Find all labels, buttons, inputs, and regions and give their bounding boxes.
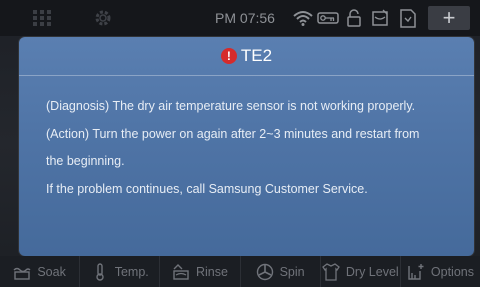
tab-temp-label: Temp. — [114, 264, 149, 279]
error-dialog[interactable]: ! TE2 (Diagnosis) The dry air temperatur… — [19, 37, 474, 256]
tab-options[interactable]: Options — [399, 256, 480, 287]
key-icon — [316, 6, 340, 30]
tab-temp[interactable]: Temp. — [79, 256, 159, 287]
document-icon — [398, 6, 418, 30]
wifi-icon — [292, 6, 314, 30]
action-text-continued: the beginning. — [46, 154, 125, 168]
tab-soak[interactable]: Soak — [0, 256, 79, 287]
contact-text: If the problem continues, call Samsung C… — [46, 181, 368, 196]
tab-dry-level[interactable]: Dry Level — [319, 256, 400, 287]
lock-icon — [345, 6, 363, 30]
thermometer-icon — [91, 262, 109, 281]
add-button[interactable]: + — [428, 5, 470, 30]
gear-icon[interactable] — [92, 6, 114, 30]
tab-options-label: Options — [430, 264, 474, 279]
tab-spin[interactable]: Spin — [239, 256, 320, 287]
dialog-title: TE2 — [240, 46, 273, 65]
dialog-header: ! TE2 — [19, 37, 474, 76]
soak-icon — [13, 263, 31, 281]
options-icon — [407, 263, 425, 281]
rinse-icon — [172, 263, 190, 281]
tab-rinse-label: Rinse — [195, 264, 228, 279]
spin-icon — [256, 263, 274, 281]
tab-rinse[interactable]: Rinse — [159, 256, 239, 287]
option-tab-bar: Soak Temp. Rinse Spin Dry Level Options — [0, 256, 480, 287]
tab-soak-label: Soak — [37, 264, 66, 279]
grid-icon[interactable] — [30, 6, 54, 30]
diagnosis-text: (Diagnosis) The dry air temperature sens… — [46, 99, 416, 113]
action-text: (Action) Turn the power on again after 2… — [46, 126, 420, 141]
washer-screen: PM 07:56 + ! TE2 (Diagnosis) The dry air… — [0, 0, 480, 287]
status-bar: PM 07:56 + — [0, 0, 480, 36]
clock: PM 07:56 — [215, 10, 275, 26]
warning-icon: ! — [220, 48, 237, 64]
dry-level-icon — [321, 262, 340, 281]
dialog-body: (Diagnosis) The dry air temperature sens… — [19, 76, 474, 203]
door-icon — [370, 6, 390, 30]
tab-spin-label: Spin — [279, 264, 305, 279]
tab-dry-level-label: Dry Level — [345, 264, 399, 279]
